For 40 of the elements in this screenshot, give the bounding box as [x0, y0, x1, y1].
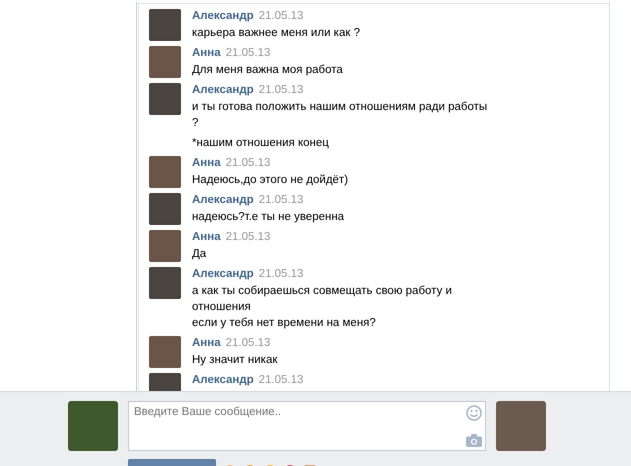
message-date: 21.05.13 [226, 46, 270, 60]
author-name[interactable]: Александр [192, 193, 254, 207]
message-date: 21.05.13 [258, 373, 304, 387]
message-text: надеюсь?т.е ты не уверенна [192, 210, 346, 225]
author-name[interactable]: Александр [192, 267, 254, 281]
message-text: карьера важнее меня или как ? [192, 26, 361, 41]
message-text: а как ты собираешься совмещать свою работу и отношения если у тебя нет времени на меня? [192, 284, 453, 331]
camera-icon[interactable] [466, 434, 482, 447]
avatar-photo[interactable] [149, 156, 181, 188]
avatar-photo[interactable] [149, 193, 181, 225]
message-text: Ну значит никак [192, 353, 278, 368]
message-date: 21.05.13 [258, 9, 304, 23]
author-name[interactable]: Александр [192, 9, 254, 23]
avatar-photo[interactable] [149, 267, 181, 299]
avatar-photo[interactable] [149, 336, 181, 368]
contact-avatar-photo[interactable] [496, 401, 546, 451]
author-name[interactable]: Анна [192, 336, 221, 350]
author-name[interactable]: Анна [192, 230, 221, 244]
message-text: Надеюсь,до этого не дойдёт) [192, 173, 350, 188]
author-name[interactable]: Александр [192, 83, 254, 97]
message-text: *нашим отношения конец [192, 136, 330, 151]
avatar-photo[interactable] [149, 230, 181, 262]
message-date: 21.05.13 [226, 230, 270, 244]
author-name[interactable]: Александр [192, 373, 254, 387]
author-name[interactable]: Анна [192, 46, 221, 60]
smiley-icon[interactable] [466, 405, 482, 421]
message-date: 21.05.13 [226, 336, 270, 350]
message-date: 21.05.13 [258, 83, 304, 97]
message-date: 21.05.13 [258, 193, 304, 207]
message-text: Да [192, 247, 208, 262]
message-date: 21.05.13 [226, 156, 270, 170]
message-date: 21.05.13 [258, 267, 304, 281]
user-avatar-photo[interactable] [68, 401, 118, 451]
message-input[interactable]: Введите Ваше сообщение.. [128, 401, 486, 451]
author-name[interactable]: Анна [192, 156, 221, 170]
avatar-photo[interactable] [149, 83, 181, 115]
message-text: и ты готова положить нашим отношениям ради работы ? [192, 100, 488, 131]
message-text: Для меня важна моя работа [192, 63, 344, 78]
avatar-photo[interactable] [149, 9, 181, 41]
avatar-photo[interactable] [149, 46, 181, 78]
